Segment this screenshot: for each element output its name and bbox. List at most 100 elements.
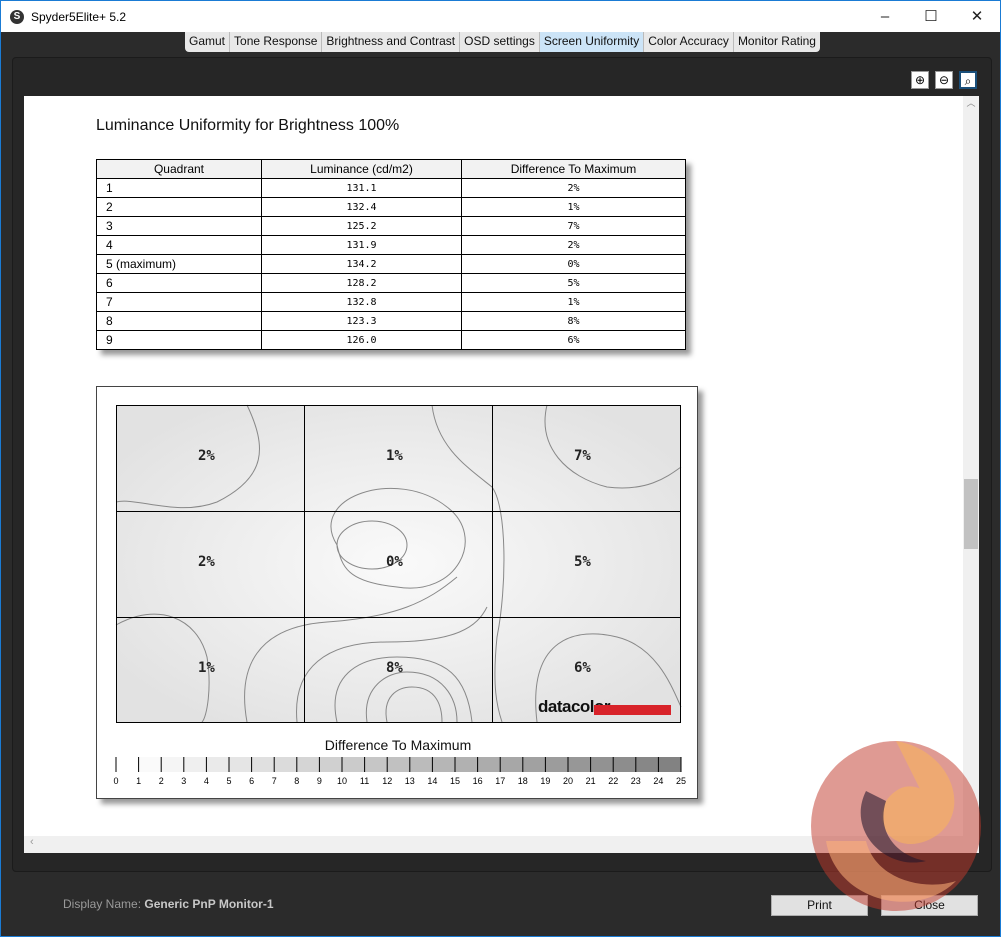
column-header: Luminance (cd/m2): [261, 159, 462, 179]
quadrant-label: 0%: [386, 554, 403, 570]
legend-swatch: [206, 757, 229, 772]
legend-swatch: [590, 757, 614, 772]
legend-tick-label: 3: [181, 776, 186, 786]
luminance-cell: 131.9: [261, 235, 462, 255]
difference-cell: 0%: [461, 254, 686, 274]
close-window-button[interactable]: ✕: [954, 1, 1000, 32]
legend-swatch: [409, 757, 433, 772]
legend-tick-label: 1: [136, 776, 141, 786]
table-row: 8 123.3 8%: [96, 311, 686, 331]
quadrant-cell: 7: [96, 292, 262, 312]
quadrant-cell: 8: [96, 311, 262, 331]
legend-tick-label: 7: [272, 776, 277, 786]
luminance-cell: 125.2: [261, 216, 462, 236]
quadrant-cell: 6: [96, 273, 262, 293]
quadrant-label: 1%: [386, 448, 403, 464]
legend-tick-label: 20: [563, 776, 573, 786]
quadrant-label: 5%: [574, 554, 591, 570]
tab-monitor-rating[interactable]: Monitor Rating: [734, 32, 820, 52]
display-name: Display Name: Generic PnP Monitor-1: [63, 897, 274, 911]
quadrant-label: 1%: [198, 660, 215, 676]
tab-bar: Gamut Tone Response Brightness and Contr…: [185, 32, 820, 52]
legend-tick-label: 13: [405, 776, 415, 786]
difference-cell: 5%: [461, 273, 686, 293]
difference-cell: 7%: [461, 216, 686, 236]
legend-tick-label: 4: [204, 776, 209, 786]
legend-swatch: [500, 757, 523, 772]
table-row: 3 125.2 7%: [96, 216, 686, 236]
table-row: 9 126.0 6%: [96, 330, 686, 350]
legend-tick-label: 15: [450, 776, 460, 786]
table-row: 1 131.1 2%: [96, 178, 686, 198]
luminance-cell: 131.1: [261, 178, 462, 198]
quadrant-label: 2%: [198, 554, 215, 570]
legend-swatch: [161, 757, 184, 772]
legend-tick-label: 0: [113, 776, 118, 786]
window-title: Spyder5Elite+ 5.2: [31, 9, 127, 24]
quadrant-cell: 1: [96, 178, 262, 198]
legend-tick-label: 2: [159, 776, 164, 786]
maximize-button[interactable]: ☐: [908, 1, 954, 32]
luminance-cell: 128.2: [261, 273, 462, 293]
legend-tick-label: 18: [518, 776, 528, 786]
quadrant-label: 2%: [198, 448, 215, 464]
scroll-left-icon[interactable]: ‹: [30, 836, 34, 848]
legend-swatch: [342, 757, 365, 772]
legend-tick-label: 5: [226, 776, 231, 786]
legend-tick-label: 6: [249, 776, 254, 786]
legend-swatch: [387, 757, 410, 772]
legend-swatch: [183, 757, 207, 772]
zoom-out-icon[interactable]: ⊖: [935, 71, 953, 89]
legend-tick-label: 17: [495, 776, 505, 786]
scrollbar-thumb[interactable]: [964, 479, 978, 549]
legend-swatch: [229, 757, 252, 772]
table-row: 6 128.2 5%: [96, 273, 686, 293]
tab-tone-response[interactable]: Tone Response: [230, 32, 323, 52]
datacolor-logo-bar: [594, 705, 671, 715]
scroll-up-icon[interactable]: ︿: [963, 96, 979, 109]
difference-cell: 1%: [461, 197, 686, 217]
watermark-logo: [811, 741, 981, 911]
quadrant-cell: 2: [96, 197, 262, 217]
column-header: Quadrant: [96, 159, 262, 179]
tab-gamut[interactable]: Gamut: [185, 32, 231, 52]
difference-cell: 1%: [461, 292, 686, 312]
legend-swatch: [364, 757, 388, 772]
difference-cell: 2%: [461, 178, 686, 198]
table-row: 5 (maximum) 134.2 0%: [96, 254, 686, 274]
legend-swatch: [274, 757, 297, 772]
quadrant-cell: 4: [96, 235, 262, 255]
legend-tick-label: 23: [631, 776, 641, 786]
legend-swatch: [658, 757, 681, 772]
legend-tick-label: 14: [427, 776, 437, 786]
tab-color-accuracy[interactable]: Color Accuracy: [644, 32, 734, 52]
legend-tick-label: 19: [540, 776, 550, 786]
tab-screen-uniformity[interactable]: Screen Uniformity: [539, 32, 645, 52]
legend-swatch: [522, 757, 546, 772]
tab-osd-settings[interactable]: OSD settings: [460, 32, 540, 52]
app-icon: S: [10, 9, 24, 24]
table-row: 4 131.9 2%: [96, 235, 686, 255]
zoom-in-icon[interactable]: ⊕: [911, 71, 929, 89]
difference-cell: 6%: [461, 330, 686, 350]
legend-swatch: [116, 757, 139, 772]
luminance-cell: 132.8: [261, 292, 462, 312]
zoom-fit-icon[interactable]: ⌕: [959, 71, 977, 89]
legend-swatch: [138, 757, 162, 772]
quadrant-cell: 9: [96, 330, 262, 350]
legend-tick-label: 11: [360, 776, 369, 786]
legend-tick-label: 8: [294, 776, 299, 786]
tab-brightness-contrast[interactable]: Brightness and Contrast: [322, 32, 461, 52]
uniformity-map: 0 1 2 3 4 5 6 7 8 9 10 11 12 13 14 15 16 17 18 19 20 21 22 23 24…: [96, 386, 698, 799]
minimize-button[interactable]: –: [862, 1, 908, 32]
display-name-label: Display Name:: [63, 897, 142, 911]
legend-tick-label: 24: [653, 776, 663, 786]
legend-tick-label: 21: [586, 776, 596, 786]
legend-swatch: [251, 757, 275, 772]
luminance-cell: 126.0: [261, 330, 462, 350]
vertical-scrollbar[interactable]: ︿: [963, 96, 979, 836]
luminance-cell: 132.4: [261, 197, 462, 217]
quadrant-cell: 3: [96, 216, 262, 236]
legend-tick-label: 10: [337, 776, 347, 786]
legend-tick-label: 22: [608, 776, 618, 786]
